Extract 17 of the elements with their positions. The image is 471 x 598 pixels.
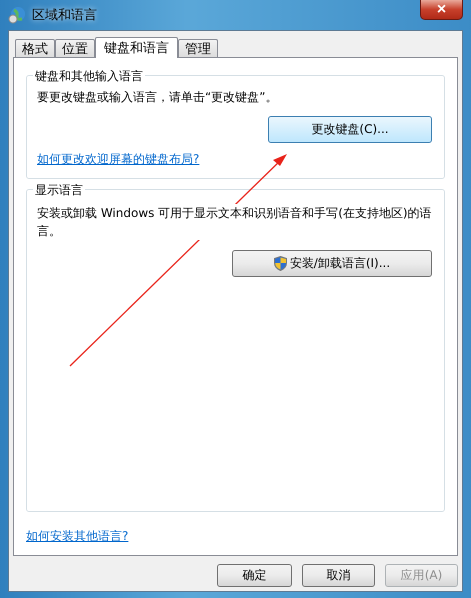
install-language-button[interactable]: 安装/卸载语言(I)... (232, 250, 432, 277)
tab[interactable]: 格式 (15, 39, 55, 57)
globe-icon (8, 6, 26, 24)
keyboard-layout-link[interactable]: 如何更改欢迎屏幕的键盘布局? (37, 151, 432, 168)
shield-icon (274, 256, 287, 271)
tab[interactable]: 位置 (55, 39, 95, 57)
description-text: 安装或卸载 Windows 可用于显示文本和识别语音和手写(在支持地区)的语言。 (37, 204, 432, 240)
tab[interactable]: 键盘和语言 (95, 37, 178, 58)
group-title: 键盘和其他输入语言 (33, 68, 145, 85)
install-languages-link[interactable]: 如何安装其他语言? (26, 528, 445, 545)
dialog-button[interactable]: 确定 (217, 564, 292, 587)
change-keyboard-button[interactable]: 更改键盘(C)... (268, 116, 432, 143)
close-button[interactable]: × (420, 0, 463, 20)
group-title: 显示语言 (33, 182, 85, 199)
dialog-button[interactable]: 取消 (302, 564, 375, 587)
tab[interactable]: 管理 (178, 39, 218, 57)
window-title: 区域和语言 (32, 7, 97, 24)
